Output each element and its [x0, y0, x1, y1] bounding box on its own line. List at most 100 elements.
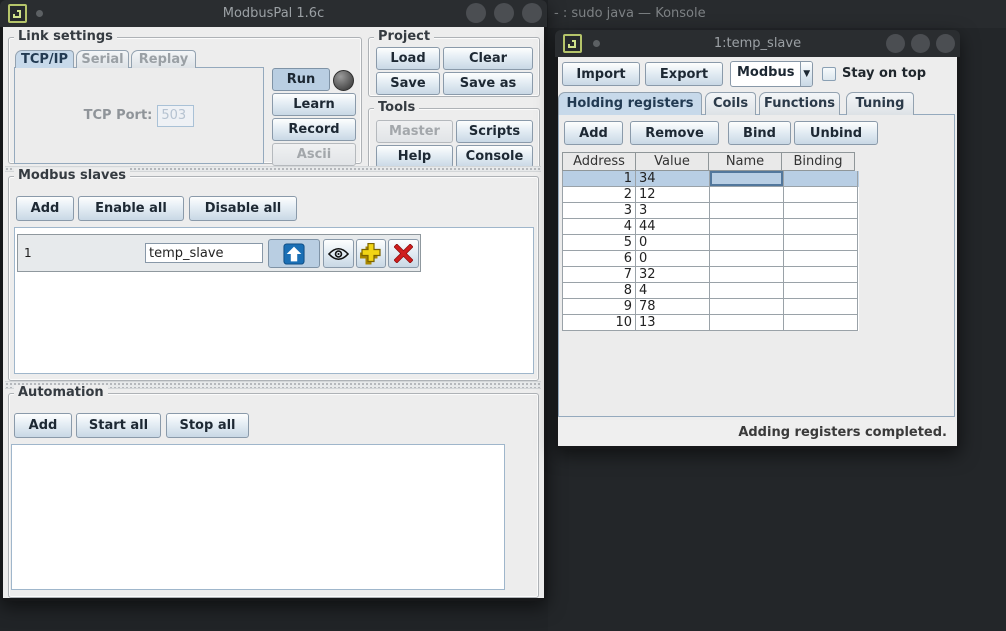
tcp-port-input[interactable]	[157, 105, 194, 127]
slave-name-input[interactable]	[145, 243, 263, 263]
slave-titlebar[interactable]: 1:temp_slave	[555, 30, 960, 57]
table-row[interactable]: 33	[562, 203, 859, 219]
cell-address[interactable]: 3	[562, 203, 636, 219]
cell-address[interactable]: 8	[562, 283, 636, 299]
table-row[interactable]: 212	[562, 187, 859, 203]
cell-name[interactable]	[710, 283, 784, 299]
import-button[interactable]: Import	[562, 62, 640, 86]
scripts-button[interactable]: Scripts	[456, 120, 533, 143]
help-button[interactable]: Help	[376, 145, 453, 168]
cell-address[interactable]: 2	[562, 187, 636, 203]
slave-minimize-button[interactable]	[886, 34, 905, 53]
cell-address[interactable]: 10	[562, 315, 636, 331]
table-row[interactable]: 84	[562, 283, 859, 299]
link-type-select[interactable]: Modbus ▼	[730, 61, 813, 87]
cell-binding[interactable]	[784, 187, 858, 203]
table-row[interactable]: 732	[562, 267, 859, 283]
cell-binding[interactable]	[784, 315, 858, 331]
cell-value[interactable]: 4	[636, 283, 710, 299]
close-button[interactable]	[522, 3, 542, 23]
table-row[interactable]: 978	[562, 299, 859, 315]
cell-address[interactable]: 7	[562, 267, 636, 283]
table-row[interactable]: 50	[562, 235, 859, 251]
automation-add-button[interactable]: Add	[14, 413, 72, 438]
register-bind-button[interactable]: Bind	[728, 121, 791, 145]
export-button[interactable]: Export	[645, 62, 723, 86]
slave-maximize-button[interactable]	[911, 34, 930, 53]
table-row[interactable]: 1013	[562, 315, 859, 331]
save-button[interactable]: Save	[376, 72, 440, 95]
minimize-button[interactable]	[466, 3, 486, 23]
cell-value[interactable]: 12	[636, 187, 710, 203]
master-button[interactable]: Master	[376, 120, 453, 143]
cell-name[interactable]	[710, 267, 784, 283]
tab-serial[interactable]: Serial	[76, 50, 129, 68]
cell-binding[interactable]	[784, 251, 858, 267]
cell-name[interactable]	[710, 203, 784, 219]
register-remove-button[interactable]: Remove	[630, 121, 719, 145]
chevron-down-icon[interactable]: ▼	[800, 62, 812, 86]
modbuspal-titlebar[interactable]: ModbusPal 1.6c	[0, 0, 547, 27]
tab-functions[interactable]: Functions	[759, 92, 840, 115]
run-button[interactable]: Run	[272, 68, 330, 91]
cell-value[interactable]: 34	[636, 171, 710, 187]
ascii-button[interactable]: Ascii	[272, 143, 356, 166]
column-header-address[interactable]: Address	[562, 152, 636, 171]
console-button[interactable]: Console	[456, 145, 533, 168]
register-add-button[interactable]: Add	[564, 121, 623, 145]
cell-name[interactable]	[710, 299, 784, 315]
cell-binding[interactable]	[784, 283, 858, 299]
table-row[interactable]: 60	[562, 251, 859, 267]
cell-value[interactable]: 3	[636, 203, 710, 219]
column-header-name[interactable]: Name	[708, 152, 782, 171]
save-as-button[interactable]: Save as	[443, 72, 533, 95]
cell-value[interactable]: 44	[636, 219, 710, 235]
disable-all-button[interactable]: Disable all	[189, 196, 297, 221]
enable-all-button[interactable]: Enable all	[78, 196, 184, 221]
column-header-value[interactable]: Value	[635, 152, 709, 171]
cell-name[interactable]	[710, 251, 784, 267]
slave-delete-button[interactable]	[388, 239, 419, 268]
cell-binding[interactable]	[784, 219, 858, 235]
cell-address[interactable]: 4	[562, 219, 636, 235]
cell-binding[interactable]	[784, 299, 858, 315]
cell-value[interactable]: 0	[636, 251, 710, 267]
slave-view-button[interactable]	[323, 239, 354, 268]
cell-address[interactable]: 9	[562, 299, 636, 315]
tab-holding-registers[interactable]: Holding registers	[558, 92, 702, 115]
cell-address[interactable]: 1	[562, 171, 636, 187]
tab-replay[interactable]: Replay	[131, 50, 196, 68]
load-button[interactable]: Load	[376, 47, 440, 70]
slave-duplicate-button[interactable]	[356, 239, 386, 268]
cell-name[interactable]	[710, 219, 784, 235]
cell-address[interactable]: 6	[562, 251, 636, 267]
register-unbind-button[interactable]: Unbind	[794, 121, 878, 145]
konsole-titlebar[interactable]: - : sudo java — Konsole	[548, 0, 1006, 28]
cell-name[interactable]	[710, 315, 784, 331]
clear-button[interactable]: Clear	[443, 47, 533, 70]
cell-binding[interactable]	[784, 235, 858, 251]
slave-close-button[interactable]	[936, 34, 955, 53]
cell-value[interactable]: 78	[636, 299, 710, 315]
stay-on-top-checkbox[interactable]	[822, 67, 836, 81]
cell-name[interactable]	[710, 187, 784, 203]
slave-add-button[interactable]: Add	[16, 196, 74, 221]
cell-binding[interactable]	[784, 171, 858, 187]
tab-coils[interactable]: Coils	[705, 92, 756, 115]
table-row[interactable]: 444	[562, 219, 859, 235]
learn-button[interactable]: Learn	[272, 93, 356, 116]
slave-enabled-toggle[interactable]	[268, 239, 320, 268]
start-all-button[interactable]: Start all	[76, 413, 161, 438]
table-row[interactable]: 134	[562, 171, 859, 187]
column-header-binding[interactable]: Binding	[781, 152, 855, 171]
cell-address[interactable]: 5	[562, 235, 636, 251]
cell-value[interactable]: 13	[636, 315, 710, 331]
tab-tuning[interactable]: Tuning	[846, 92, 914, 115]
cell-name[interactable]	[710, 171, 784, 187]
cell-binding[interactable]	[784, 203, 858, 219]
maximize-button[interactable]	[494, 3, 514, 23]
record-button[interactable]: Record	[272, 118, 356, 141]
tab-tcpip[interactable]: TCP/IP	[15, 50, 74, 68]
stop-all-button[interactable]: Stop all	[166, 413, 249, 438]
cell-value[interactable]: 32	[636, 267, 710, 283]
